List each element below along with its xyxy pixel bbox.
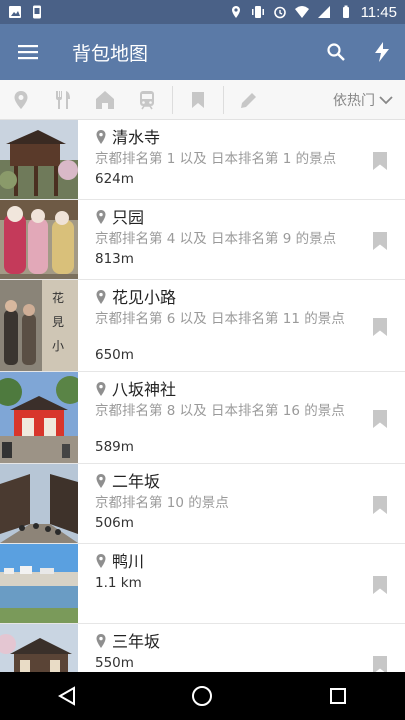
attraction-photo [0,372,78,463]
filter-transport[interactable] [126,80,168,120]
location-pin-icon [96,130,106,144]
filter-bookmarks[interactable] [177,80,219,120]
filter-restaurant[interactable] [42,80,84,120]
signal-icon [317,6,330,18]
train-icon [140,90,154,109]
home-icon[interactable] [191,685,213,707]
recents-icon[interactable] [329,687,347,705]
attraction-rank: 京都排名第 1 以及 日本排名第 1 的景点 [95,151,337,167]
bookmark-icon[interactable] [372,656,388,672]
chevron-down-icon [379,95,393,104]
menu-button[interactable] [0,24,56,80]
location-pin-icon [96,554,106,568]
filter-notes[interactable] [228,80,270,120]
location-status-icon [231,6,240,18]
bookmark-icon[interactable] [372,232,388,250]
list-item[interactable]: 二年坂 京都排名第 10 的景点 506m [0,464,405,544]
attraction-distance: 624m [95,171,134,187]
attraction-name: 鸭川 [112,552,145,571]
status-bar: 11:45 [0,0,405,24]
attraction-photo: 花 見 小 [0,280,78,371]
bookmark-icon[interactable] [372,318,388,336]
search-button[interactable] [313,24,359,80]
attraction-name: 只园 [112,208,145,227]
list-item[interactable]: 清水寺 京都排名第 1 以及 日本排名第 1 的景点 624m [0,120,405,200]
attraction-name: 二年坂 [112,472,161,491]
attraction-name: 八坂神社 [112,380,177,399]
location-pin-icon [96,210,106,224]
attraction-name: 三年坂 [112,632,161,651]
attraction-rank: 京都排名第 4 以及 日本排名第 9 的景点 [95,231,337,247]
search-icon [327,43,345,61]
system-nav-bar [0,672,405,720]
list-item[interactable]: 只园 京都排名第 4 以及 日本排名第 9 的景点 813m [0,200,405,280]
page-title: 背包地图 [72,42,149,65]
attraction-photo [0,200,78,279]
attraction-distance: 550m [95,655,134,671]
filter-location[interactable] [0,80,42,120]
battery-icon [342,5,349,18]
sort-dropdown[interactable]: 依热门 [333,90,405,110]
attraction-rank: 京都排名第 10 的景点 [95,495,229,511]
map-pin-icon [14,90,28,109]
filter-lodging[interactable] [84,80,126,120]
bookmark-icon[interactable] [372,410,388,428]
attraction-rank: 京都排名第 8 以及 日本排名第 16 的景点 [95,403,345,419]
list-item[interactable]: 三年坂 550m [0,624,405,672]
pencil-icon [241,92,256,108]
location-pin-icon [96,474,106,488]
attraction-photo [0,544,78,623]
image-notification-icon [9,6,21,18]
attraction-photo [0,464,78,543]
flash-button[interactable] [359,24,405,80]
list-item[interactable]: 花 見 小 花见小路 京都排名第 6 以及 日本排名第 11 的景点 650m [0,280,405,372]
location-pin-icon [96,290,106,304]
phone-notification-icon [33,5,41,19]
attraction-distance: 1.1 km [95,575,142,591]
bookmark-icon[interactable] [372,576,388,594]
location-pin-icon [96,634,106,648]
fork-knife-icon [56,90,70,109]
filter-divider [172,85,173,114]
house-icon [96,90,114,109]
attraction-distance: 650m [95,347,134,363]
attraction-distance: 589m [95,439,134,455]
attraction-rank: 京都排名第 6 以及 日本排名第 11 的景点 [95,311,345,327]
list-item[interactable]: 鸭川 1.1 km [0,544,405,624]
vibrate-icon [251,6,264,18]
attraction-photo [0,120,78,199]
hamburger-icon [18,45,38,60]
bookmark-icon[interactable] [372,152,388,170]
attraction-name: 花见小路 [112,288,177,307]
filter-bar: 依热门 [0,80,405,120]
back-icon[interactable] [57,686,76,706]
attraction-name: 清水寺 [112,128,161,147]
svg-text:小: 小 [52,339,64,353]
attraction-distance: 813m [95,251,134,267]
location-pin-icon [96,382,106,396]
bookmark-icon[interactable] [372,496,388,514]
lightning-icon [375,42,389,62]
status-time: 11:45 [360,3,397,21]
list-item[interactable]: 八坂神社 京都排名第 8 以及 日本排名第 16 的景点 589m [0,372,405,464]
bookmark-icon [192,91,204,108]
attraction-list: 清水寺 京都排名第 1 以及 日本排名第 1 的景点 624m 只园 京都排名第… [0,120,405,672]
attraction-photo [0,624,78,672]
alarm-icon [273,6,286,19]
attraction-distance: 506m [95,515,134,531]
sort-label: 依热门 [333,92,375,109]
svg-text:見: 見 [52,315,64,329]
wifi-icon [294,6,309,18]
filter-divider [223,85,224,114]
app-bar: 背包地图 [0,24,405,80]
svg-text:花: 花 [52,290,64,305]
